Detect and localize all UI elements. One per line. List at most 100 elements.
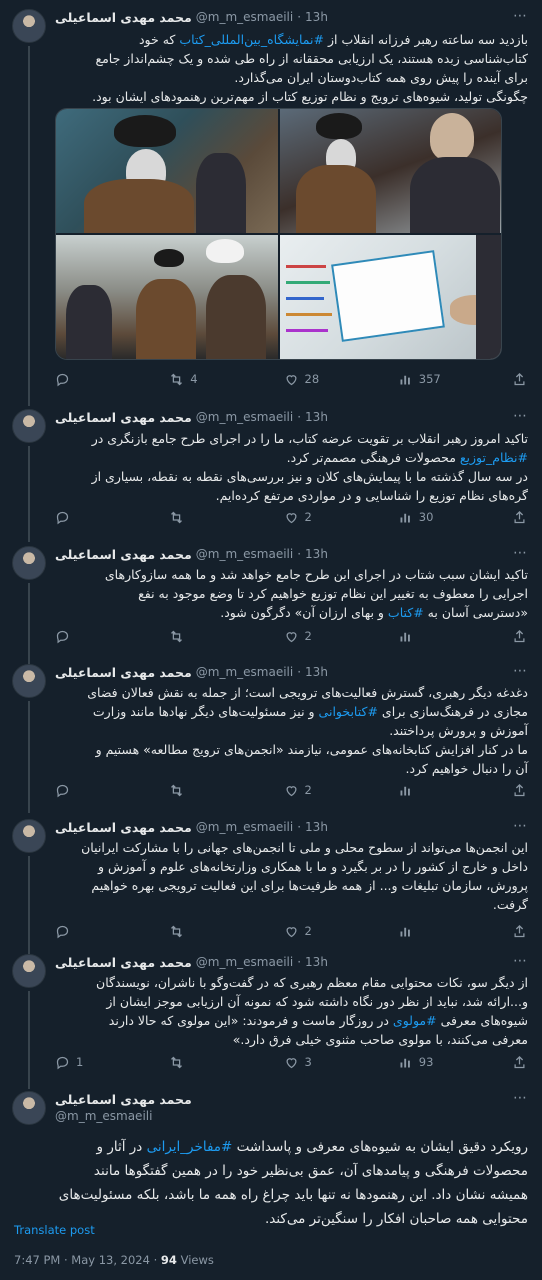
views-button[interactable]	[398, 924, 458, 939]
bookmark-share-icon	[514, 924, 525, 937]
hashtag-link[interactable]: #مفاخر_ایرانی	[147, 1139, 233, 1155]
author-name[interactable]: محمد مهدی اسماعیلی	[55, 1092, 192, 1107]
retweet-button[interactable]	[169, 629, 229, 644]
translate-post-link[interactable]: Translate post	[14, 1223, 95, 1237]
author-name[interactable]: محمد مهدی اسماعیلی	[55, 955, 192, 970]
media-photo-2[interactable]	[279, 109, 501, 233]
tweet-text: دغدغه دیگر رهبری، گسترش فعالیت‌های ترویج…	[87, 685, 528, 776]
hashtag-link[interactable]: #مولوی	[393, 1013, 437, 1028]
more-icon[interactable]: ⋯	[513, 1090, 528, 1106]
media-photo-3[interactable]	[56, 235, 278, 359]
tweet-actions: 2 30	[55, 508, 528, 526]
avatar[interactable]	[12, 664, 46, 698]
author-handle[interactable]: @m_m_esmaeili	[196, 410, 293, 424]
author-handle[interactable]: @m_m_esmaeili	[196, 665, 293, 679]
views-icon	[400, 786, 410, 795]
views-icon	[400, 632, 410, 641]
hashtag-link[interactable]: #نمایشگاه_بین‌المللی_کتاب	[179, 32, 324, 47]
retweet-icon	[171, 511, 183, 523]
views-button[interactable]: 93	[398, 1055, 458, 1070]
views-button[interactable]	[398, 629, 458, 644]
author-handle[interactable]: @m_m_esmaeili	[55, 1109, 152, 1123]
media-grid[interactable]	[55, 108, 502, 360]
retweet-button[interactable]: 4	[169, 372, 229, 387]
more-icon[interactable]: ⋯	[513, 953, 528, 969]
reply-button[interactable]	[55, 372, 115, 387]
like-button[interactable]: 28	[284, 372, 344, 387]
tweet-actions: 2	[55, 627, 528, 645]
tweet-text: تاکید امروز رهبر انقلاب بر تقویت عرضه کت…	[91, 431, 528, 503]
more-icon[interactable]: ⋯	[513, 545, 528, 561]
share-button[interactable]	[512, 372, 528, 387]
author-handle[interactable]: @m_m_esmaeili	[196, 955, 293, 969]
author-handle[interactable]: @m_m_esmaeili	[196, 10, 293, 24]
views-button[interactable]	[398, 783, 458, 798]
tweet-time[interactable]: 13h	[305, 820, 328, 834]
avatar[interactable]	[12, 954, 46, 988]
author-name[interactable]: محمد مهدی اسماعیلی	[55, 547, 192, 562]
media-photo-1[interactable]	[56, 109, 278, 233]
hashtag-link[interactable]: #نظام_توزیع	[460, 450, 528, 465]
views-button[interactable]: 30	[398, 510, 458, 525]
like-button[interactable]: 2	[284, 510, 344, 525]
views-icon	[400, 513, 410, 522]
like-button[interactable]: 3	[284, 1055, 344, 1070]
retweet-button[interactable]	[169, 1055, 229, 1070]
more-icon[interactable]: ⋯	[513, 8, 528, 24]
like-button[interactable]: 2	[284, 629, 344, 644]
reply-button[interactable]	[55, 510, 115, 525]
share-button[interactable]	[512, 629, 528, 644]
share-button[interactable]	[512, 783, 528, 798]
reply-icon	[56, 784, 69, 797]
tweet-text: تاکید ایشان سبب شتاب در اجرای این طرح جا…	[104, 567, 528, 620]
more-icon[interactable]: ⋯	[513, 408, 528, 424]
retweet-icon	[171, 784, 183, 796]
tweet-meta: 7:47 PM · May 13, 2024 · 94 Views	[14, 1253, 214, 1267]
thread-line	[28, 46, 30, 406]
avatar[interactable]	[12, 1091, 46, 1125]
avatar[interactable]	[12, 9, 46, 43]
author-handle[interactable]: @m_m_esmaeili	[196, 547, 293, 561]
tweet-time[interactable]: 13h	[305, 10, 328, 24]
reply-button[interactable]	[55, 924, 115, 939]
avatar[interactable]	[12, 819, 46, 853]
tweet-subheader: @m_m_esmaeili	[55, 1107, 506, 1125]
tweet-time[interactable]: 13h	[305, 955, 328, 969]
share-button[interactable]	[512, 924, 528, 939]
like-button[interactable]: 2	[284, 924, 344, 939]
retweet-button[interactable]	[169, 924, 229, 939]
reply-button[interactable]	[55, 629, 115, 644]
bookmark-share-icon	[514, 510, 525, 523]
author-handle[interactable]: @m_m_esmaeili	[196, 820, 293, 834]
share-button[interactable]	[512, 1055, 528, 1070]
bookmark-share-icon	[514, 372, 525, 385]
tweet-time[interactable]: 13h	[305, 547, 328, 561]
thread-line	[28, 856, 30, 954]
share-button[interactable]	[512, 510, 528, 525]
author-name[interactable]: محمد مهدی اسماعیلی	[55, 10, 192, 25]
reply-icon	[56, 511, 69, 524]
reply-icon	[56, 1056, 69, 1069]
hashtag-link[interactable]: #کتاب	[388, 605, 424, 620]
author-name[interactable]: محمد مهدی اسماعیلی	[55, 410, 192, 425]
author-name[interactable]: محمد مهدی اسماعیلی	[55, 665, 192, 680]
reply-button[interactable]	[55, 783, 115, 798]
more-icon[interactable]: ⋯	[513, 663, 528, 679]
like-button[interactable]: 2	[284, 783, 344, 798]
retweet-button[interactable]	[169, 783, 229, 798]
media-photo-4[interactable]	[279, 235, 501, 359]
more-icon[interactable]: ⋯	[513, 818, 528, 834]
tweet-time[interactable]: 13h	[305, 410, 328, 424]
tweet-header: محمد مهدی اسماعیلی @m_m_esmaeili · 13h	[55, 954, 328, 970]
retweet-button[interactable]	[169, 510, 229, 525]
views-icon	[400, 927, 410, 936]
tweet-text: رویکرد دقیق ایشان به شیوه‌های معرفی و پا…	[58, 1139, 528, 1227]
tweet-time[interactable]: 13h	[305, 665, 328, 679]
reply-button[interactable]: 1	[55, 1055, 115, 1070]
avatar[interactable]	[12, 409, 46, 443]
timestamp[interactable]: 7:47 PM · May 13, 2024 ·	[14, 1253, 161, 1267]
views-button[interactable]: 357	[398, 372, 458, 387]
hashtag-link[interactable]: #کتابخوانی	[319, 704, 378, 719]
avatar[interactable]	[12, 546, 46, 580]
author-name[interactable]: محمد مهدی اسماعیلی	[55, 820, 192, 835]
